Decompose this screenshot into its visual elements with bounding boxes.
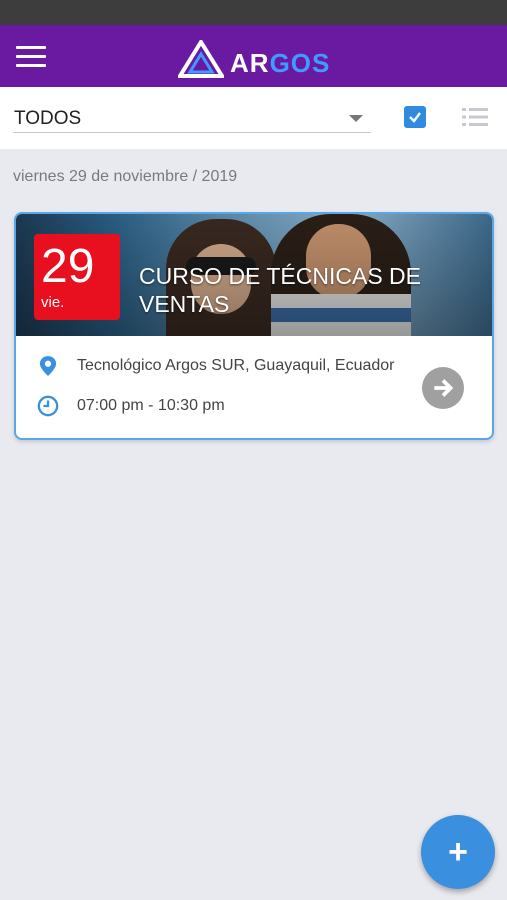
arrow-right-circle-icon[interactable] bbox=[422, 367, 464, 409]
event-image: 29 vie. CURSO DE TÉCNICAS DE VENTAS bbox=[16, 214, 492, 336]
dropdown-value: TODOS bbox=[14, 108, 82, 129]
event-time: 07:00 pm - 10:30 pm bbox=[77, 397, 225, 414]
date-badge-day: 29 bbox=[41, 240, 95, 293]
app-logo: ARGOS bbox=[178, 38, 338, 78]
logo-text: ARGOS bbox=[230, 48, 331, 78]
list-view-icon[interactable] bbox=[462, 107, 488, 127]
app-bar: ARGOS bbox=[0, 25, 507, 87]
location-pin-icon bbox=[36, 354, 60, 378]
date-badge: 29 vie. bbox=[34, 234, 120, 320]
add-icon: + bbox=[448, 833, 468, 871]
date-badge-weekday: vie. bbox=[41, 294, 65, 311]
event-time-row: 07:00 pm - 10:30 pm bbox=[36, 394, 225, 418]
chevron-down-icon bbox=[349, 115, 363, 122]
checkbox-checked-icon[interactable] bbox=[404, 106, 426, 128]
category-dropdown[interactable]: TODOS bbox=[13, 101, 371, 133]
event-card[interactable]: 29 vie. CURSO DE TÉCNICAS DE VENTAS Tecn… bbox=[14, 212, 494, 440]
event-location-row: Tecnológico Argos SUR, Guayaquil, Ecuado… bbox=[36, 354, 395, 378]
add-event-button[interactable]: + bbox=[421, 815, 495, 889]
date-heading: viernes 29 de noviembre / 2019 bbox=[13, 168, 238, 185]
argos-logo-mark-icon bbox=[178, 40, 224, 78]
event-location: Tecnológico Argos SUR, Guayaquil, Ecuado… bbox=[77, 357, 395, 374]
filter-bar: TODOS bbox=[0, 87, 507, 149]
event-title: CURSO DE TÉCNICAS DE VENTAS bbox=[139, 263, 422, 317]
status-bar bbox=[0, 0, 507, 25]
hamburger-menu-icon[interactable] bbox=[12, 41, 50, 71]
clock-icon bbox=[36, 394, 60, 418]
